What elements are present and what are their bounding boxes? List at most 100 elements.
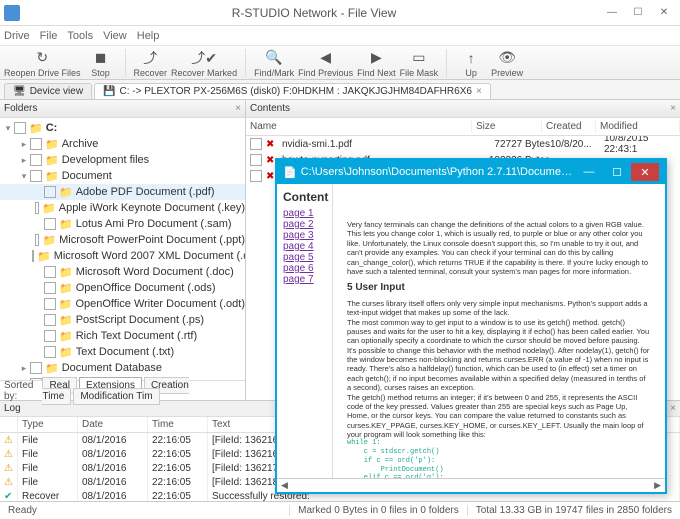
tool-file-mask[interactable]: ▭File Mask bbox=[400, 48, 439, 78]
tree-root[interactable]: ▾📁C: bbox=[0, 120, 245, 136]
tree-item[interactable]: ▾📁Document bbox=[0, 168, 245, 184]
status-ready: Ready bbox=[0, 505, 290, 516]
tool-icon: ◼ bbox=[91, 48, 111, 68]
status-total: Total 13.33 GB in 19747 files in 2850 fo… bbox=[468, 505, 680, 516]
toc-link[interactable]: page 5 bbox=[283, 252, 326, 263]
tree-item[interactable]: 📁Adobe PDF Document (.pdf) bbox=[0, 184, 245, 200]
tool-label: Preview bbox=[491, 68, 523, 78]
log-col-time[interactable]: Time bbox=[148, 417, 208, 432]
tree-item[interactable]: 📁OpenOffice Writer Document (.odt) bbox=[0, 296, 245, 312]
minimize-button[interactable]: — bbox=[600, 4, 624, 22]
tool-icon: ▶ bbox=[366, 48, 386, 68]
monitor-icon: 🖥 bbox=[13, 86, 26, 97]
tool-find-mark[interactable]: 🔍Find/Mark bbox=[254, 48, 294, 78]
preview-document[interactable]: Very fancy terminals can change the defi… bbox=[333, 184, 665, 478]
tool-preview[interactable]: 👁Preview bbox=[491, 48, 523, 78]
tool-icon: ⤴ bbox=[140, 48, 160, 68]
sort-bar: Sorted by: RealExtensionsCreation TimeMo… bbox=[0, 380, 245, 400]
tree-item[interactable]: ▸📁Archive bbox=[0, 136, 245, 152]
tool-label: Reopen Drive Files bbox=[4, 68, 81, 78]
tree-item[interactable]: 📁Microsoft PowerPoint Document (.ppt) bbox=[0, 232, 245, 248]
doc-para: The most common way to get input to a wi… bbox=[347, 318, 651, 346]
tool-label: Find Previous bbox=[298, 68, 353, 78]
col-created[interactable]: Created bbox=[542, 121, 596, 132]
toolbar: ↻Reopen Drive Files◼Stop⤴Recover⤴✔Recove… bbox=[0, 46, 680, 80]
tree-item[interactable]: 📁Lotus Ami Pro Document (.sam) bbox=[0, 216, 245, 232]
tab-close-icon[interactable]: × bbox=[476, 86, 482, 97]
toc-link[interactable]: page 6 bbox=[283, 263, 326, 274]
tool-label: Recover Marked bbox=[171, 68, 237, 78]
tree-item[interactable]: 📁PostScript Document (.ps) bbox=[0, 312, 245, 328]
folders-header: Folders × bbox=[0, 100, 245, 118]
tree-item[interactable]: ▸📁Development files bbox=[0, 152, 245, 168]
contents-header: Contents × bbox=[246, 100, 680, 118]
tree-item[interactable]: 📁OpenOffice Document (.ods) bbox=[0, 280, 245, 296]
preview-maximize-button[interactable]: ☐ bbox=[603, 163, 631, 181]
contents-close-icon[interactable]: × bbox=[670, 103, 676, 114]
tool-find-previous[interactable]: ◀Find Previous bbox=[298, 48, 353, 78]
folders-close-icon[interactable]: × bbox=[235, 103, 241, 114]
log-col-date[interactable]: Date bbox=[78, 417, 148, 432]
tool-reopen-drive-files[interactable]: ↻Reopen Drive Files bbox=[4, 48, 81, 78]
menu-view[interactable]: View bbox=[103, 30, 127, 42]
tree-item[interactable]: 📁Rich Text Document (.rtf) bbox=[0, 328, 245, 344]
col-size[interactable]: Size bbox=[472, 121, 542, 132]
menu-drive[interactable]: Drive bbox=[4, 30, 30, 42]
tool-stop[interactable]: ◼Stop bbox=[85, 48, 117, 78]
menu-tools[interactable]: Tools bbox=[67, 30, 93, 42]
tree-item[interactable]: 📁Apple iWork Keynote Document (.key) bbox=[0, 200, 245, 216]
window-titlebar: R-STUDIO Network - File View — ☐ ✕ bbox=[0, 0, 680, 26]
doc-para: The getch() method returns an integer; i… bbox=[347, 393, 651, 440]
menu-file[interactable]: File bbox=[40, 30, 58, 42]
file-row[interactable]: ✖nvidia-smi.1.pdf72727 Bytes10/8/20...10… bbox=[246, 136, 680, 152]
tool-label: Find Next bbox=[357, 68, 396, 78]
tool-label: Recover bbox=[134, 68, 168, 78]
sort-modification-tim[interactable]: Modification Tim bbox=[73, 388, 159, 405]
folder-tree[interactable]: ▾📁C:▸📁Archive▸📁Development files▾📁Docume… bbox=[0, 118, 245, 380]
scroll-left-icon[interactable]: ◀ bbox=[281, 480, 288, 491]
folders-pane: Folders × ▾📁C:▸📁Archive▸📁Development fil… bbox=[0, 100, 246, 400]
tree-item[interactable]: 📁Microsoft Word Document (.doc) bbox=[0, 264, 245, 280]
contents-columns: Name Size Created Modified bbox=[246, 118, 680, 136]
tool-label: Stop bbox=[91, 68, 110, 78]
tool-up[interactable]: ↑Up bbox=[455, 48, 487, 78]
toc-link[interactable]: page 4 bbox=[283, 241, 326, 252]
drive-icon: 💾 bbox=[103, 86, 115, 97]
tool-icon: 🔍 bbox=[264, 48, 284, 68]
tool-label: Up bbox=[465, 68, 477, 78]
view-tabs: 🖥 Device view 💾 C: -> PLEXTOR PX-256M6S … bbox=[0, 80, 680, 100]
close-button[interactable]: ✕ bbox=[652, 4, 676, 22]
tool-recover[interactable]: ⤴Recover bbox=[134, 48, 168, 78]
tool-find-next[interactable]: ▶Find Next bbox=[357, 48, 396, 78]
sort-label: Sorted by: bbox=[0, 380, 42, 402]
tree-item[interactable]: 📁Microsoft Word 2007 XML Document (.d bbox=[0, 248, 245, 264]
toc-link[interactable]: page 2 bbox=[283, 219, 326, 230]
col-modified[interactable]: Modified bbox=[596, 121, 680, 132]
log-col-type[interactable]: Type bbox=[18, 417, 78, 432]
tree-item[interactable]: 📁Text Document (.txt) bbox=[0, 344, 245, 360]
window-title: R-STUDIO Network - File View bbox=[28, 6, 600, 20]
tree-item[interactable]: ▸📁Document Database bbox=[0, 360, 245, 376]
scroll-right-icon[interactable]: ▶ bbox=[654, 480, 661, 491]
toc-link[interactable]: page 1 bbox=[283, 208, 326, 219]
preview-scrollbar[interactable]: ◀ ▶ bbox=[277, 478, 665, 492]
col-name[interactable]: Name bbox=[246, 121, 472, 132]
doc-heading: 5 User Input bbox=[347, 282, 651, 295]
toc-link[interactable]: page 7 bbox=[283, 274, 326, 285]
preview-close-button[interactable]: ✕ bbox=[631, 163, 659, 181]
tab-drive[interactable]: 💾 C: -> PLEXTOR PX-256M6S (disk0) F:0HDK… bbox=[94, 83, 491, 99]
toc-heading: Content bbox=[283, 190, 326, 204]
preview-minimize-button[interactable]: — bbox=[575, 163, 603, 181]
window-controls: — ☐ ✕ bbox=[600, 4, 676, 22]
log-title: Log bbox=[4, 403, 21, 414]
toc-link[interactable]: page 3 bbox=[283, 230, 326, 241]
tool-icon: ▭ bbox=[409, 48, 429, 68]
app-icon bbox=[4, 5, 20, 21]
log-close-icon[interactable]: × bbox=[670, 403, 676, 414]
preview-titlebar[interactable]: 📄 C:\Users\Johnson\Documents\Python 2.7.… bbox=[277, 160, 665, 184]
menu-help[interactable]: Help bbox=[137, 30, 160, 42]
maximize-button[interactable]: ☐ bbox=[626, 4, 650, 22]
tool-recover-marked[interactable]: ⤴✔Recover Marked bbox=[171, 48, 237, 78]
tab-device-view[interactable]: 🖥 Device view bbox=[4, 83, 92, 99]
tab-drive-label: C: -> PLEXTOR PX-256M6S (disk0) F:0HDKHM… bbox=[120, 86, 472, 97]
